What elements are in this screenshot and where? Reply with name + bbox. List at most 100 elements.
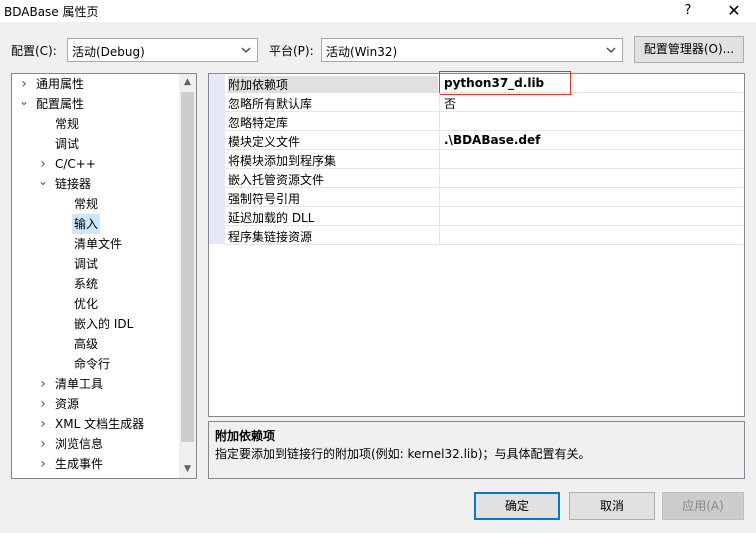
platform-value: 活动(Win32) xyxy=(326,45,398,59)
ok-button[interactable]: 确定 xyxy=(474,492,560,520)
property-name: 延迟加载的 DLL xyxy=(228,211,315,225)
config-value: 活动(Debug) xyxy=(72,45,145,59)
platform-combo[interactable]: 活动(Win32) xyxy=(321,38,623,62)
tree-item-label: 生成事件 xyxy=(55,457,104,471)
property-name: 忽略特定库 xyxy=(228,116,289,130)
property-row[interactable]: 忽略特定库 xyxy=(225,112,744,131)
tree-item-label: 链接器 xyxy=(55,177,92,191)
chevron-right-icon[interactable]: › xyxy=(37,454,49,474)
tree-item[interactable]: 清单文件 xyxy=(12,234,180,254)
tree-item[interactable]: 调试 xyxy=(12,254,180,274)
tree-item-label: 输入 xyxy=(72,214,101,234)
close-button[interactable]: ✕ xyxy=(716,0,752,22)
tree-item-label: 优化 xyxy=(74,297,99,311)
tree-item[interactable]: › C/C++ xyxy=(12,154,180,174)
chevron-right-icon[interactable]: › xyxy=(37,374,49,394)
platform-label: 平台(P): xyxy=(269,44,314,58)
property-name: 程序集链接资源 xyxy=(228,230,313,244)
chevron-right-icon[interactable]: › xyxy=(37,414,49,434)
tree-item-label: 调试 xyxy=(55,137,80,151)
property-name: 附加依赖项 xyxy=(228,76,438,93)
column-separator xyxy=(439,150,440,169)
help-button[interactable]: ? xyxy=(670,0,706,22)
tree-item[interactable]: › XML 文档生成器 xyxy=(12,414,180,434)
tree-item-label: 浏览信息 xyxy=(55,437,104,451)
tree-item[interactable]: 优化 xyxy=(12,294,180,314)
property-pages-dialog: BDABase 属性页 ? ✕ 配置(C): 活动(Debug) 平台(P): … xyxy=(0,0,756,533)
chevron-right-icon[interactable]: › xyxy=(37,434,49,454)
config-combo[interactable]: 活动(Debug) xyxy=(67,38,258,62)
tree-item[interactable]: ⌄ 配置属性 xyxy=(12,94,180,114)
tree-item-label: 嵌入的 IDL xyxy=(74,317,134,331)
column-separator xyxy=(439,226,440,245)
tree-item[interactable]: › 浏览信息 xyxy=(12,434,180,454)
tree-item[interactable]: 常规 xyxy=(12,114,180,134)
tree-item-label: 常规 xyxy=(55,117,80,131)
property-name: 嵌入托管资源文件 xyxy=(228,173,325,187)
cancel-label: 取消 xyxy=(599,499,624,513)
property-row[interactable]: 延迟加载的 DLL xyxy=(225,207,744,226)
annotation-highlight-box xyxy=(439,71,571,95)
property-row[interactable]: 强制符号引用 xyxy=(225,188,744,207)
property-value[interactable]: 否 xyxy=(444,95,456,112)
property-name: 将模块添加到程序集 xyxy=(228,154,337,168)
column-separator xyxy=(439,169,440,188)
property-row[interactable]: 忽略所有默认库 否 xyxy=(225,93,744,112)
tree-item[interactable]: 调试 xyxy=(12,134,180,154)
apply-button[interactable]: 应用(A) xyxy=(662,492,744,520)
description-title: 附加依赖项 xyxy=(215,429,276,443)
column-separator xyxy=(439,131,440,150)
tree-item-label: 调试 xyxy=(74,257,99,271)
settings-tree[interactable]: › 通用属性 ⌄ 配置属性 常规 调试 › C/C++ ⌄ 链接器 常规 输入 清单文件 调试 系统 优化 嵌入… xyxy=(11,73,197,479)
chevron-down-icon xyxy=(606,47,616,53)
property-row[interactable]: 嵌入托管资源文件 xyxy=(225,169,744,188)
window-title: BDABase 属性页 xyxy=(4,5,99,19)
tree-item[interactable]: 高级 xyxy=(12,334,180,354)
scroll-thumb[interactable] xyxy=(181,92,194,442)
tree-item[interactable]: ⌄ 链接器 xyxy=(12,174,180,194)
property-name: 忽略所有默认库 xyxy=(228,97,313,111)
property-row[interactable]: 模块定义文件 .\BDABase.def xyxy=(225,131,744,150)
tree-item[interactable]: 命令行 xyxy=(12,354,180,374)
scroll-down-icon[interactable]: ▼ xyxy=(179,461,196,478)
tree-item-label: 通用属性 xyxy=(36,77,85,91)
column-separator xyxy=(439,112,440,131)
scroll-up-icon[interactable]: ▲ xyxy=(179,74,196,91)
tree-scrollbar[interactable]: ▲ ▼ xyxy=(179,74,196,478)
description-panel: 附加依赖项 指定要添加到链接行的附加项(例如: kernel32.lib)；与具… xyxy=(208,421,745,479)
title-bar: BDABase 属性页 ? ✕ xyxy=(0,0,756,22)
cancel-button[interactable]: 取消 xyxy=(569,492,655,520)
tree-item-label: 资源 xyxy=(55,397,80,411)
tree-item-label: C/C++ xyxy=(55,157,96,171)
property-row[interactable]: 将模块添加到程序集 xyxy=(225,150,744,169)
chevron-right-icon[interactable]: › xyxy=(37,394,49,414)
property-name: 强制符号引用 xyxy=(228,192,301,206)
column-separator xyxy=(439,93,440,112)
tree-item[interactable]: › 通用属性 xyxy=(12,74,180,94)
tree-item-label: 配置属性 xyxy=(36,97,85,111)
tree-item[interactable]: › 生成事件 xyxy=(12,454,180,474)
chevron-down-icon[interactable]: ⌄ xyxy=(18,94,30,114)
config-label: 配置(C): xyxy=(11,44,57,58)
chevron-down-icon[interactable]: ⌄ xyxy=(37,174,49,194)
description-text: 指定要添加到链接行的附加项(例如: kernel32.lib)；与具体配置有关。 xyxy=(215,447,591,461)
property-value[interactable]: .\BDABase.def xyxy=(444,133,540,147)
chevron-right-icon[interactable]: › xyxy=(18,74,30,94)
tree-item[interactable]: 输入 xyxy=(12,214,180,234)
tree-item-label: XML 文档生成器 xyxy=(55,417,145,431)
tree-item[interactable]: 系统 xyxy=(12,274,180,294)
tree-item-label: 清单工具 xyxy=(55,377,104,391)
column-separator xyxy=(439,207,440,226)
chevron-down-icon xyxy=(241,47,251,53)
grid-gutter xyxy=(209,74,225,244)
tree-item-label: 系统 xyxy=(74,277,99,291)
chevron-right-icon[interactable]: › xyxy=(37,154,49,174)
property-row[interactable]: 附加依赖项 python37_d.lib xyxy=(225,71,744,95)
tree-item[interactable]: 常规 xyxy=(12,194,180,214)
tree-item[interactable]: › 清单工具 xyxy=(12,374,180,394)
config-manager-button[interactable]: 配置管理器(O)... xyxy=(634,36,744,63)
tree-item-label: 常规 xyxy=(74,197,99,211)
property-row[interactable]: 程序集链接资源 xyxy=(225,226,744,245)
tree-item[interactable]: 嵌入的 IDL xyxy=(12,314,180,334)
tree-item[interactable]: › 资源 xyxy=(12,394,180,414)
